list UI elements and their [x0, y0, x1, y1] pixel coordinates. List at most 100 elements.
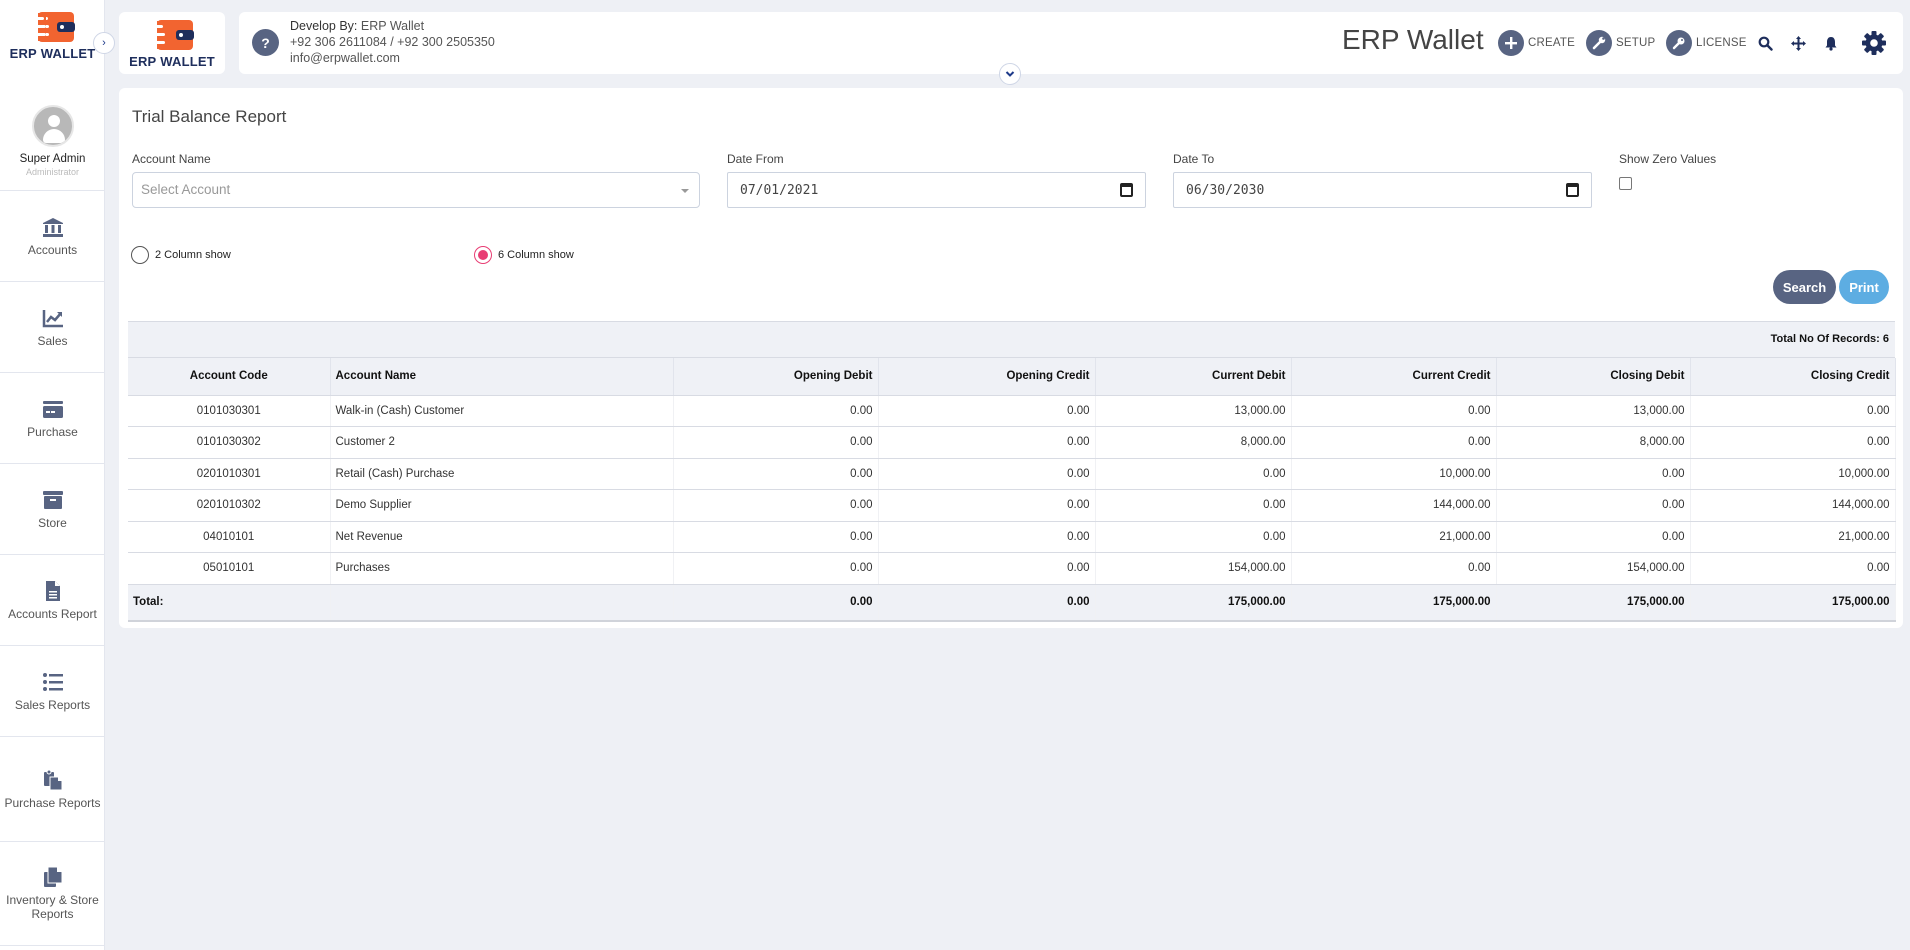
cell-account-name: Customer 2 — [330, 426, 674, 459]
cell-account-code: 0201010302 — [128, 489, 331, 522]
cell-opening-credit: 0.00 — [878, 521, 1096, 553]
cell-closing-credit: 10,000.00 — [1690, 458, 1896, 490]
col-current-debit[interactable]: Current Debit — [1095, 358, 1292, 396]
table-row[interactable]: 05010101 Purchases 0.00 0.00 154,000.00 0.00 1… — [128, 552, 1896, 585]
list-icon — [42, 672, 63, 691]
cell-account-name: Purchases — [330, 552, 674, 585]
cell-closing-debit: 0.00 — [1496, 458, 1691, 490]
sidebar-item-store[interactable]: Store — [0, 463, 105, 554]
col-account-name[interactable]: Account Name — [330, 358, 674, 396]
search-icon[interactable] — [1753, 31, 1777, 55]
trial-balance-table: Total No Of Records: 6 Account Code Acco… — [128, 321, 1896, 622]
table-row[interactable]: 0101030302 Customer 2 0.00 0.00 8,000.00 0.00… — [128, 426, 1896, 459]
sidebar-item-sales[interactable]: Sales — [0, 281, 105, 372]
cell-account-code: 0101030302 — [128, 426, 331, 459]
table-row[interactable]: 04010101 Net Revenue 0.00 0.00 0.00 21,000.00… — [128, 521, 1896, 553]
table-row[interactable]: 0201010301 Retail (Cash) Purchase 0.00 0.00… — [128, 458, 1896, 490]
avatar — [31, 105, 74, 147]
total-empty-cell — [330, 584, 674, 622]
app-title: ERP Wallet — [1342, 24, 1484, 55]
show-zero-values-label: Show Zero Values — [1619, 152, 1717, 166]
cell-opening-debit: 0.00 — [673, 426, 879, 459]
print-button[interactable]: Print — [1839, 270, 1889, 304]
six-column-radio[interactable]: 6 Column show — [474, 246, 574, 264]
calendar-icon[interactable] — [1566, 183, 1579, 197]
col-opening-debit[interactable]: Opening Debit — [673, 358, 879, 396]
sidebar-item-purchase-reports[interactable]: Purchase Reports — [0, 736, 105, 841]
table-row[interactable]: 0201010302 Demo Supplier 0.00 0.00 0.00 144,0… — [128, 489, 1896, 522]
cell-current-credit: 0.00 — [1291, 552, 1497, 585]
date-to-input[interactable]: 06/30/2030 — [1173, 172, 1592, 208]
cell-account-name: Demo Supplier — [330, 489, 674, 522]
cell-opening-debit: 0.00 — [673, 521, 879, 553]
cell-current-debit: 13,000.00 — [1095, 395, 1292, 427]
sidebar-item-label: Inventory & Store Reports — [6, 893, 99, 921]
cell-current-debit: 0.00 — [1095, 489, 1292, 522]
date-to-value: 06/30/2030 — [1186, 183, 1265, 198]
move-arrows-icon[interactable] — [1786, 31, 1810, 55]
developer-info: Develop By: ERP Wallet +92 306 2611084 /… — [290, 18, 495, 66]
page-title: Trial Balance Report — [132, 107, 287, 126]
chart-line-icon — [42, 309, 63, 327]
cell-current-debit: 154,000.00 — [1095, 552, 1292, 585]
cell-opening-debit: 0.00 — [673, 458, 879, 490]
cell-closing-debit: 13,000.00 — [1496, 395, 1691, 427]
sidebar-item-label: Sales Reports — [14, 697, 91, 712]
cell-closing-debit: 8,000.00 — [1496, 426, 1691, 459]
developer-phones: +92 306 2611084 / +92 300 2505350 — [290, 35, 495, 49]
col-current-credit[interactable]: Current Credit — [1291, 358, 1497, 396]
calendar-icon[interactable] — [1120, 183, 1133, 197]
setup-button[interactable]: SETUP — [1586, 29, 1655, 57]
cell-current-debit: 0.00 — [1095, 458, 1292, 490]
sidebar-item-accounts-report[interactable]: Accounts Report — [0, 554, 105, 645]
chevron-right-icon: › — [102, 37, 106, 49]
sidebar-expand-toggle[interactable]: › — [93, 32, 115, 54]
header-collapse-toggle[interactable] — [999, 63, 1021, 85]
user-profile[interactable]: Super Admin Administrator — [0, 105, 105, 177]
cell-current-debit: 0.00 — [1095, 521, 1292, 553]
sidebar-item-sales-reports[interactable]: Sales Reports — [0, 645, 105, 736]
cell-account-code: 04010101 — [128, 521, 331, 553]
date-from-input[interactable]: 07/01/2021 — [727, 172, 1146, 208]
sidebar-logo[interactable]: ERP WALLET — [0, 10, 105, 72]
developer-label: Develop By: — [290, 19, 358, 33]
cell-opening-credit: 0.00 — [878, 489, 1096, 522]
cell-closing-credit: 0.00 — [1690, 552, 1896, 585]
sidebar-item-purchase[interactable]: Purchase — [0, 372, 105, 463]
col-account-code[interactable]: Account Code — [128, 358, 331, 396]
header-logo[interactable]: ERP WALLET — [119, 12, 225, 74]
total-current-credit: 175,000.00 — [1291, 584, 1497, 622]
show-zero-values-checkbox[interactable] — [1619, 177, 1632, 190]
radio-circle — [131, 246, 149, 264]
license-button[interactable]: LICENSE — [1666, 29, 1747, 57]
bell-icon[interactable] — [1819, 31, 1843, 55]
date-from-value: 07/01/2021 — [740, 183, 819, 198]
user-role: Administrator — [25, 167, 79, 177]
bank-icon — [42, 217, 63, 237]
developer-email: info@erpwallet.com — [290, 51, 400, 65]
account-name-label: Account Name — [132, 152, 211, 166]
total-opening-credit: 0.00 — [878, 584, 1096, 622]
developer-name: ERP Wallet — [360, 19, 425, 33]
col-opening-credit[interactable]: Opening Credit — [878, 358, 1096, 396]
create-button[interactable]: CREATE — [1498, 29, 1575, 57]
total-closing-credit: 175,000.00 — [1690, 584, 1896, 622]
cell-opening-credit: 0.00 — [878, 552, 1096, 585]
cell-account-code: 05010101 — [128, 552, 331, 585]
search-button[interactable]: Search — [1773, 270, 1836, 304]
copy-icon — [43, 866, 62, 887]
sidebar-item-inventory-store-reports[interactable]: Inventory & Store Reports — [0, 841, 105, 946]
cell-opening-debit: 0.00 — [673, 489, 879, 522]
date-to-label: Date To — [1173, 152, 1215, 166]
sidebar-item-accounts[interactable]: Accounts — [0, 190, 105, 281]
col-closing-credit[interactable]: Closing Credit — [1690, 358, 1896, 396]
credit-card-icon — [42, 400, 63, 418]
two-column-radio[interactable]: 2 Column show — [131, 246, 231, 264]
cell-closing-debit: 154,000.00 — [1496, 552, 1691, 585]
plus-icon — [1498, 30, 1524, 56]
help-icon[interactable]: ? — [252, 29, 279, 56]
table-row[interactable]: 0101030301 Walk-in (Cash) Customer 0.00 0.0… — [128, 395, 1896, 427]
col-closing-debit[interactable]: Closing Debit — [1496, 358, 1691, 396]
account-select[interactable]: Select Account — [132, 172, 700, 208]
gear-icon[interactable] — [1860, 29, 1888, 57]
